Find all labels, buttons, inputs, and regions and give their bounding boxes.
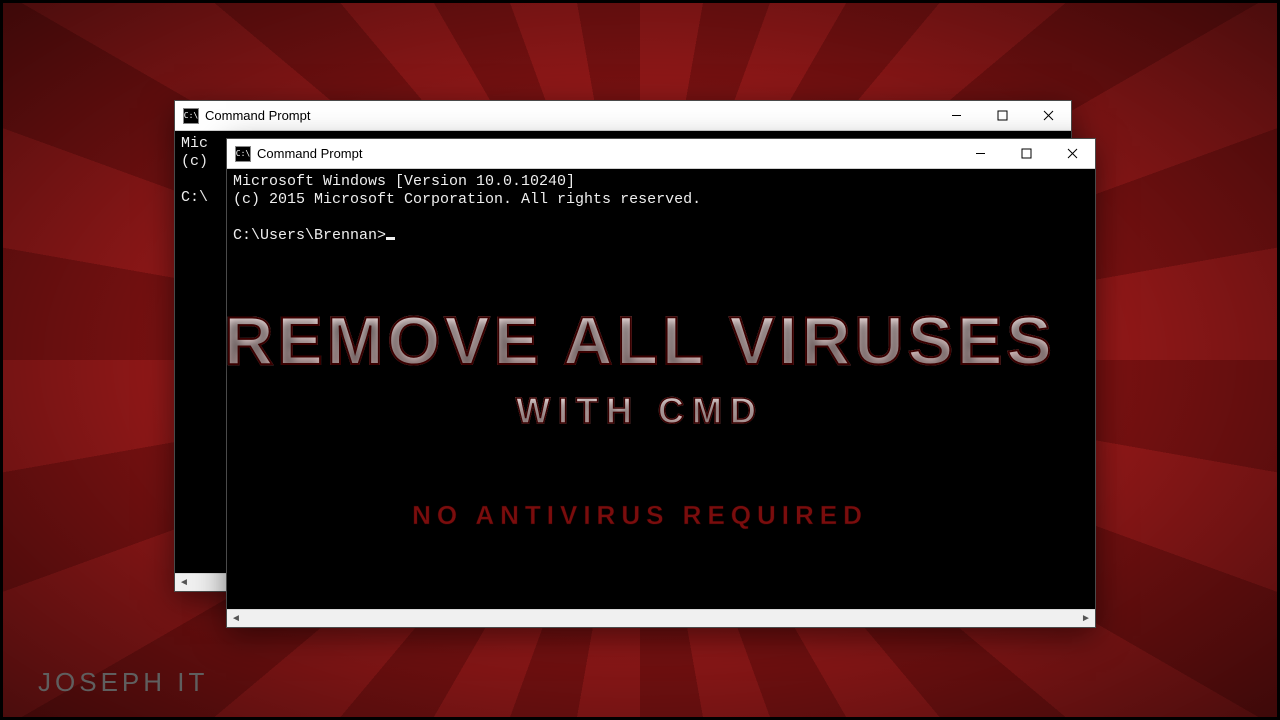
minimize-button[interactable] — [933, 101, 979, 131]
cmd-window-front: C:\ Command Prompt Microsoft Windows [Ve… — [226, 138, 1096, 628]
h-scrollbar[interactable]: ◄ ► — [227, 609, 1095, 627]
window-title: Command Prompt — [205, 108, 933, 123]
titlebar-back[interactable]: C:\ Command Prompt — [175, 101, 1071, 131]
titlebar-front[interactable]: C:\ Command Prompt — [227, 139, 1095, 169]
cmd-icon: C:\ — [235, 146, 251, 162]
scroll-left-icon[interactable]: ◄ — [227, 610, 245, 627]
minimize-button[interactable] — [957, 139, 1003, 169]
cursor-icon — [386, 237, 395, 240]
close-button[interactable] — [1049, 139, 1095, 169]
scroll-left-icon[interactable]: ◄ — [175, 574, 193, 591]
scroll-track[interactable] — [245, 610, 1077, 627]
terminal-body-front[interactable]: Microsoft Windows [Version 10.0.10240] (… — [227, 169, 1095, 609]
scroll-right-icon[interactable]: ► — [1077, 610, 1095, 627]
maximize-button[interactable] — [1003, 139, 1049, 169]
window-title: Command Prompt — [257, 146, 957, 161]
cmd-icon: C:\ — [183, 108, 199, 124]
maximize-button[interactable] — [979, 101, 1025, 131]
close-button[interactable] — [1025, 101, 1071, 131]
